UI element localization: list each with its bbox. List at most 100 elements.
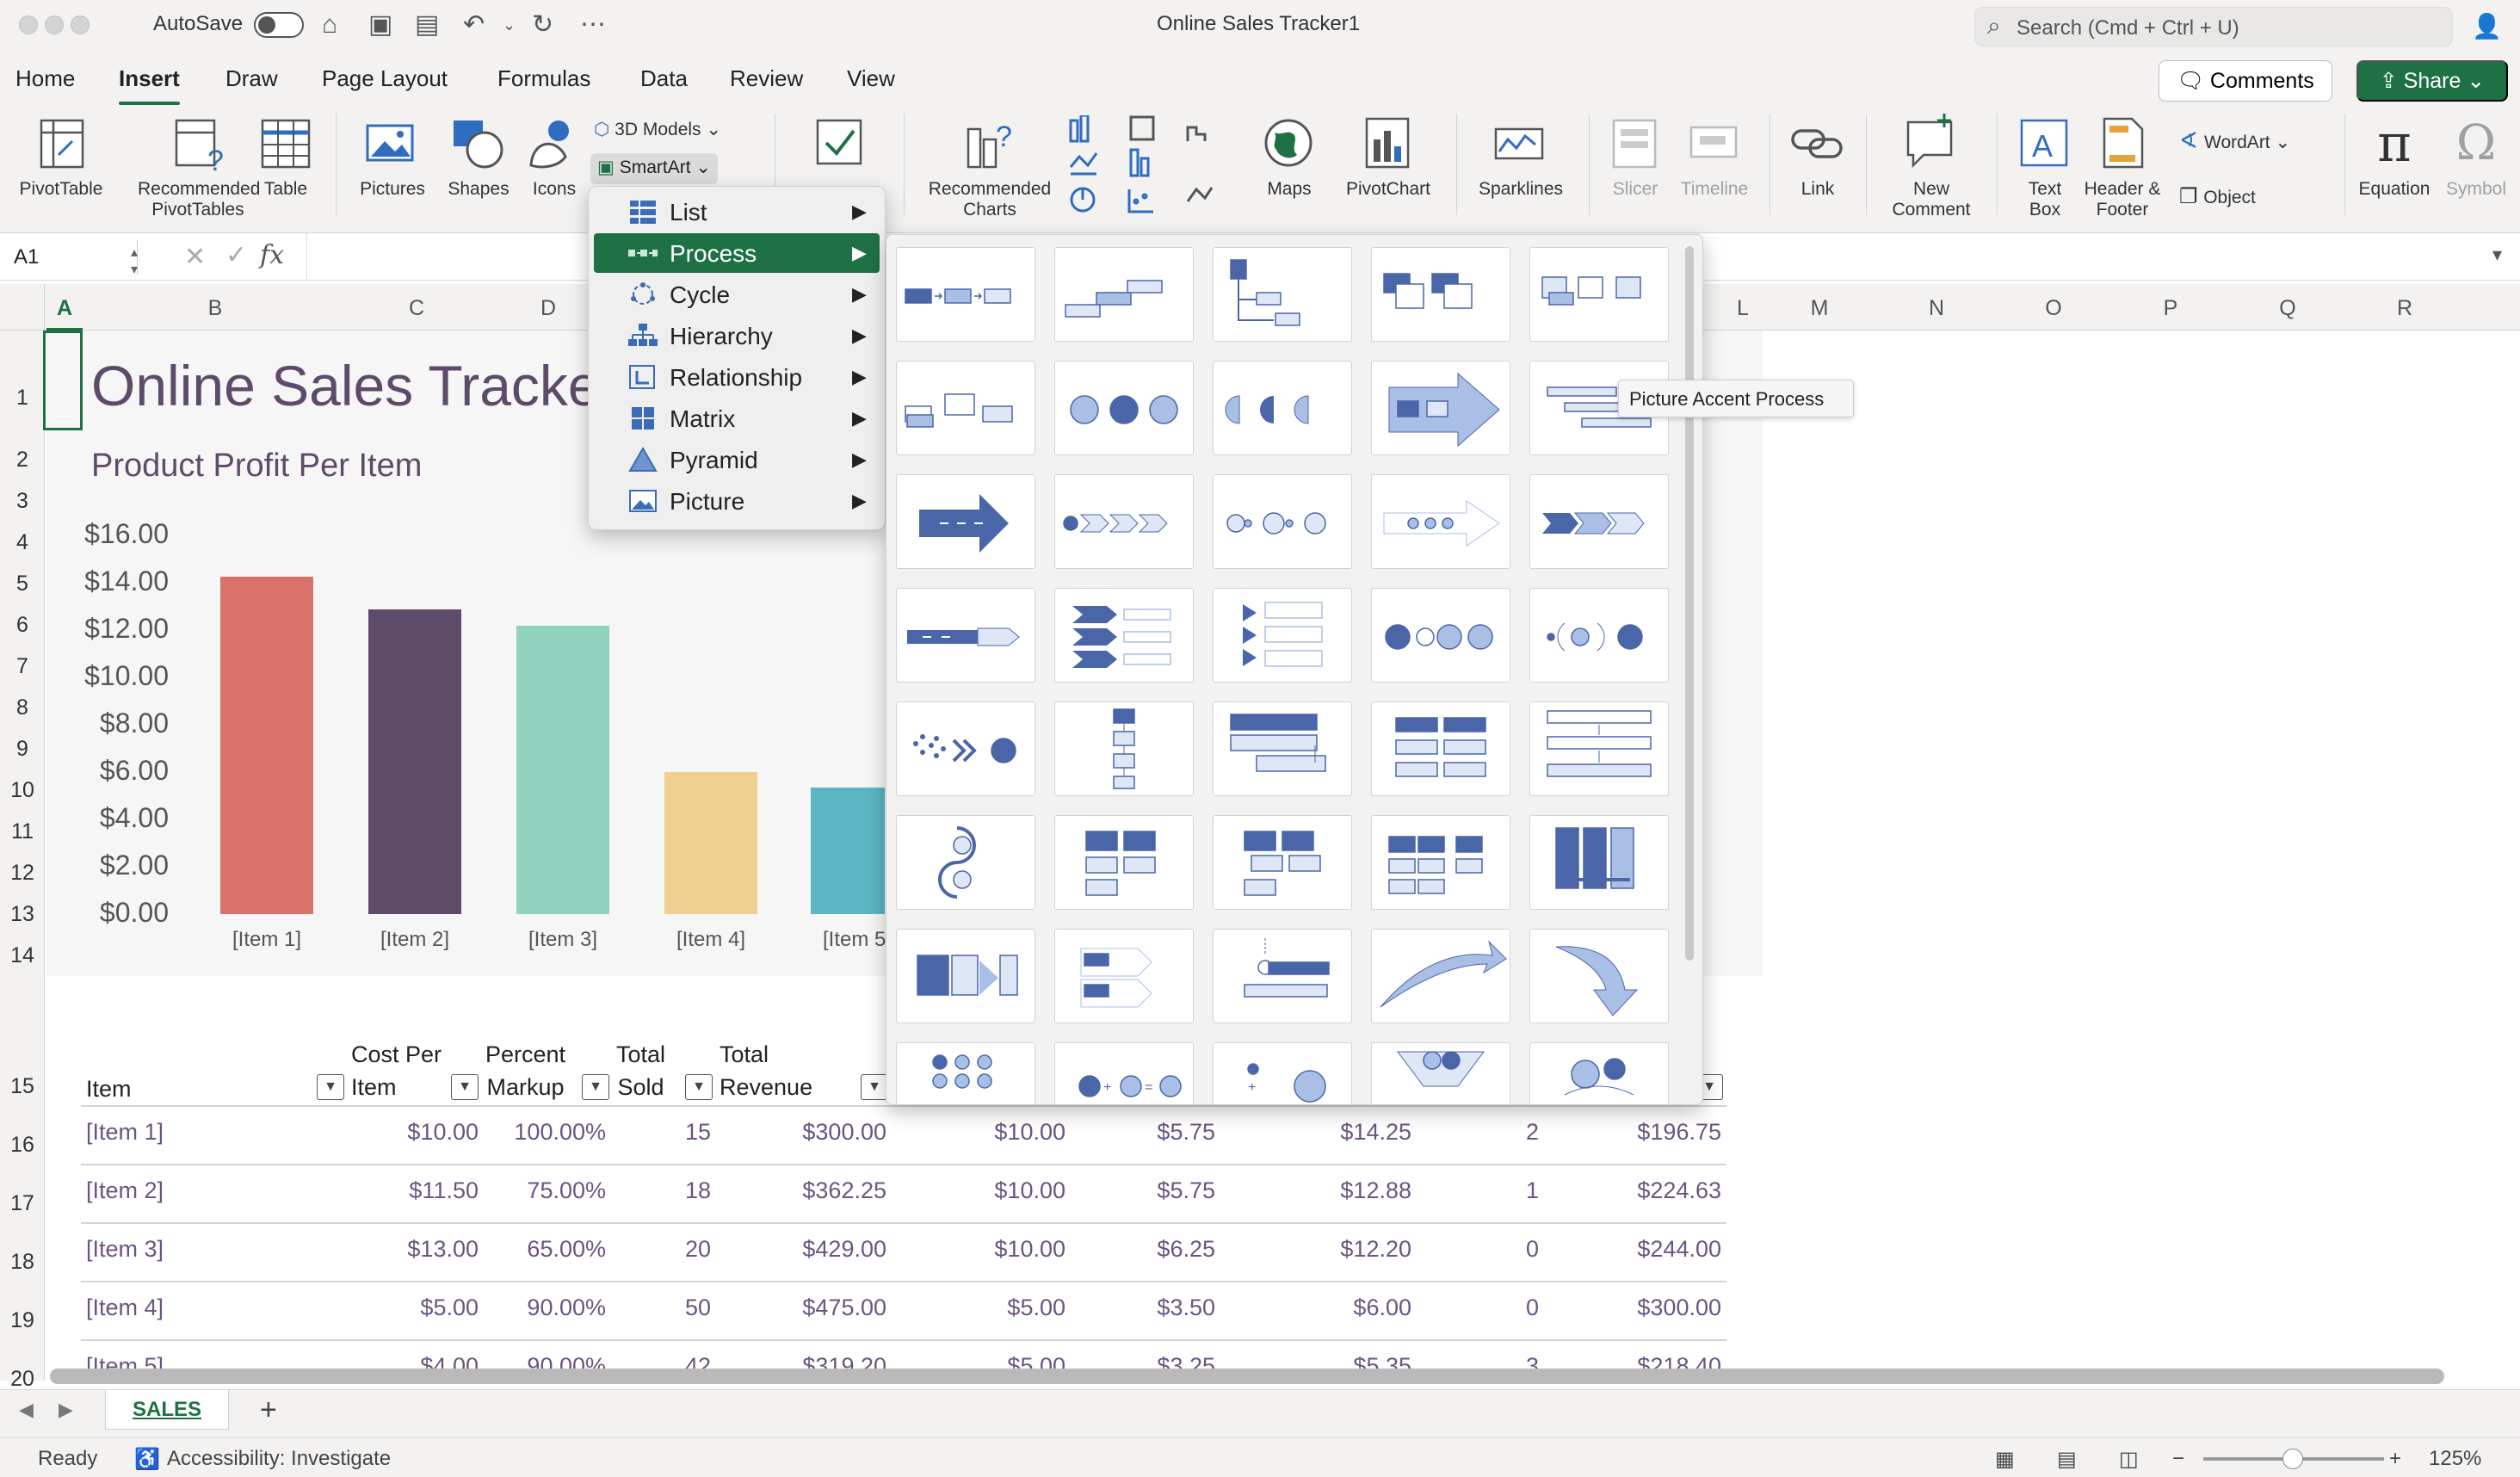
- save-as-icon[interactable]: ▤: [415, 9, 439, 41]
- home-icon[interactable]: ⌂: [322, 9, 337, 41]
- comments-button[interactable]: 🗨 Comments: [2159, 60, 2332, 102]
- smartart-layout-closed-chevron-process[interactable]: [1054, 588, 1194, 683]
- tab-page-layout[interactable]: Page Layout: [322, 65, 448, 92]
- wordart-button[interactable]: ∢ WordArt ⌄: [2179, 127, 2290, 154]
- tab-data[interactable]: Data: [640, 65, 688, 92]
- equation-button[interactable]: π Equation: [2351, 114, 2437, 200]
- table-cell[interactable]: 0: [1367, 1295, 1539, 1321]
- smartart-layout-increasing-circle-process[interactable]: [1213, 474, 1352, 569]
- item-name-cell[interactable]: [Item 1]: [86, 1119, 164, 1146]
- table-cell[interactable]: $5.75: [1043, 1177, 1215, 1204]
- smartart-layout-repeating-bending-process[interactable]: [1371, 701, 1510, 796]
- smartart-layout-detailed-process[interactable]: [1054, 815, 1194, 910]
- row-header[interactable]: 13: [0, 902, 45, 927]
- column-header[interactable]: O: [2007, 296, 2100, 321]
- undo-icon[interactable]: ↶: [463, 9, 485, 41]
- column-header[interactable]: C: [348, 296, 485, 321]
- column-header[interactable]: Q: [2241, 296, 2334, 321]
- filter-dropdown-button[interactable]: ▼: [861, 1074, 888, 1100]
- column-header[interactable]: B: [83, 296, 348, 321]
- tab-home[interactable]: Home: [15, 65, 75, 92]
- table-cell[interactable]: $300.00: [1549, 1295, 1721, 1321]
- table-button[interactable]: Table: [255, 114, 317, 200]
- row-header[interactable]: 10: [0, 778, 45, 803]
- smartart-layout-converging-text[interactable]: [896, 701, 1035, 796]
- table-cell[interactable]: 2: [1367, 1119, 1539, 1146]
- search-input[interactable]: Search (Cmd + Ctrl + U): [2017, 16, 2239, 40]
- table-cell[interactable]: $10.00: [893, 1119, 1065, 1146]
- row-header[interactable]: 1: [0, 386, 45, 411]
- tab-draw[interactable]: Draw: [225, 65, 278, 92]
- smartart-layout-phased-process[interactable]: [1529, 815, 1669, 910]
- pivotchart-button[interactable]: PivotChart: [1341, 114, 1436, 200]
- column-header[interactable]: N: [1890, 296, 1983, 321]
- zoom-window-button[interactable]: [71, 15, 90, 34]
- chart-title[interactable]: Product Profit Per Item: [91, 448, 422, 485]
- smartart-layout-thumbnail[interactable]: +: [1213, 1042, 1352, 1104]
- table-cell[interactable]: 0: [1367, 1236, 1539, 1263]
- menu-item-list[interactable]: List ▶: [594, 192, 880, 232]
- smartart-layout-half-circle-process[interactable]: [1213, 361, 1352, 455]
- row-header[interactable]: 9: [0, 737, 45, 762]
- smartart-layout-chevron-accent-process[interactable]: [1529, 474, 1669, 569]
- smartart-layout-accent-process[interactable]: [1371, 247, 1510, 342]
- row-header[interactable]: 17: [0, 1191, 45, 1216]
- smartart-layout-random-to-result[interactable]: [1054, 929, 1194, 1023]
- pictures-button[interactable]: Pictures: [349, 114, 435, 200]
- table-cell[interactable]: 18: [539, 1177, 711, 1204]
- scroll-right-icon[interactable]: ▶: [59, 1399, 73, 1421]
- row-header[interactable]: 19: [0, 1308, 45, 1333]
- tab-view[interactable]: View: [847, 65, 895, 92]
- zoom-level[interactable]: 125%: [2429, 1447, 2481, 1471]
- bar-2[interactable]: [368, 609, 461, 914]
- table-cell[interactable]: 1: [1367, 1177, 1539, 1204]
- menu-item-hierarchy[interactable]: Hierarchy ▶: [594, 316, 880, 355]
- row-header[interactable]: 3: [0, 489, 45, 514]
- table-cell[interactable]: 50: [539, 1295, 711, 1321]
- scroll-left-icon[interactable]: ◀: [19, 1399, 34, 1421]
- smartart-layout-grouped-list-process[interactable]: [1371, 815, 1510, 910]
- table-cell[interactable]: $224.63: [1549, 1177, 1721, 1204]
- link-button[interactable]: Link: [1783, 114, 1852, 200]
- table-cell[interactable]: $300.00: [714, 1119, 886, 1146]
- minimize-window-button[interactable]: [45, 15, 64, 34]
- gallery-scrollbar[interactable]: [1685, 246, 1694, 961]
- filter-dropdown-button[interactable]: ▼: [451, 1074, 479, 1100]
- table-cell[interactable]: $429.00: [714, 1236, 886, 1263]
- expand-formula-icon[interactable]: ▾: [2492, 244, 2502, 266]
- menu-item-matrix[interactable]: Matrix ▶: [594, 399, 880, 438]
- bar-5[interactable]: [811, 787, 885, 914]
- smartart-layout-staggered-process[interactable]: [1213, 701, 1352, 796]
- table-cell[interactable]: $10.00: [893, 1177, 1065, 1204]
- smartart-button[interactable]: ▣ SmartArt ⌄: [590, 153, 718, 184]
- more-commands-icon[interactable]: ⋯: [580, 9, 606, 41]
- header-footer-button[interactable]: Header & Footer: [2078, 114, 2167, 220]
- redo-icon[interactable]: ↻: [532, 9, 553, 41]
- row-header[interactable]: 12: [0, 861, 45, 886]
- smartart-layout-vertical-equation[interactable]: [1529, 701, 1669, 796]
- smartart-layout-thumbnail[interactable]: [896, 1042, 1035, 1104]
- column-header[interactable]: L: [1713, 296, 1773, 321]
- zoom-out-icon[interactable]: −: [2172, 1447, 2184, 1471]
- smartart-layout-circular-arrow[interactable]: [1529, 929, 1669, 1023]
- tab-insert[interactable]: Insert: [119, 65, 180, 105]
- row-header[interactable]: 16: [0, 1133, 45, 1158]
- smartart-layout-vertical-chevron-list[interactable]: [1213, 588, 1352, 683]
- symbol-button[interactable]: Ω Symbol: [2437, 114, 2515, 200]
- search-box[interactable]: ⌕ Search (Cmd + Ctrl + U): [1974, 7, 2453, 46]
- accessibility-icon[interactable]: ♿: [134, 1447, 160, 1472]
- new-comment-button[interactable]: New Comment: [1880, 114, 1983, 220]
- menu-item-pyramid[interactable]: Pyramid ▶: [594, 440, 880, 479]
- row-header[interactable]: 7: [0, 654, 45, 679]
- row-header[interactable]: 4: [0, 530, 45, 555]
- insert-function-icon[interactable]: fx: [260, 240, 284, 270]
- screenshot-check-icon[interactable]: [814, 117, 866, 173]
- sparklines-button[interactable]: Sparklines: [1473, 114, 1568, 200]
- smartart-layout-vertical-process[interactable]: [1054, 701, 1194, 796]
- tab-formulas[interactable]: Formulas: [497, 65, 590, 92]
- bar-1[interactable]: [220, 577, 313, 914]
- smartart-layout-circle-accent-timeline[interactable]: [1371, 474, 1510, 569]
- table-cell[interactable]: $3.50: [1043, 1295, 1215, 1321]
- text-box-button[interactable]: A Text Box: [2010, 114, 2079, 220]
- item-name-cell[interactable]: [Item 3]: [86, 1236, 164, 1263]
